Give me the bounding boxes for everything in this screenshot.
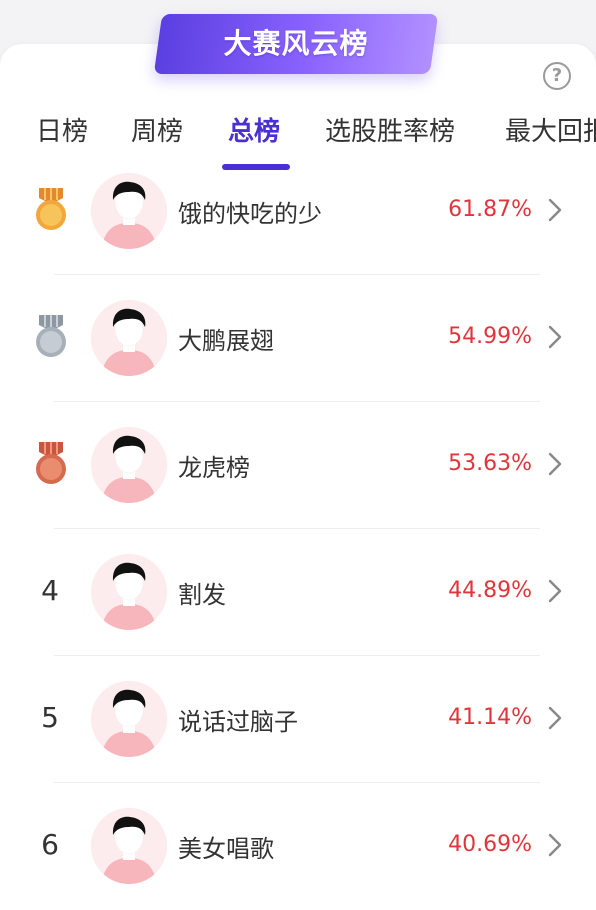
leaderboard-row[interactable]: 大鹏展翅 54.99%: [0, 275, 596, 402]
gold-medal-icon: [36, 188, 66, 230]
win-rate: 44.89%: [448, 578, 532, 603]
leaderboard-row[interactable]: 5 说话过脑子 41.14%: [0, 656, 596, 783]
rank-number: 5: [41, 701, 59, 734]
user-name: 美女唱歌: [178, 835, 274, 863]
tab-daily[interactable]: 日榜: [36, 108, 88, 158]
win-rate: 54.99%: [448, 324, 532, 349]
avatar: [91, 808, 167, 884]
chevron-right-icon[interactable]: [544, 196, 566, 224]
tab-overall[interactable]: 总榜: [228, 108, 280, 158]
tab-weekly[interactable]: 周榜: [131, 108, 183, 158]
tab-max-return[interactable]: 最大回报: [505, 108, 596, 158]
win-rate: 61.87%: [448, 197, 532, 222]
win-rate: 40.69%: [448, 832, 532, 857]
user-name: 说话过脑子: [178, 708, 298, 736]
leaderboard-row[interactable]: 4 割发 44.89%: [0, 529, 596, 656]
tab-bar: 日榜 周榜 总榜 选股胜率榜 最大回报: [0, 108, 596, 172]
user-name: 饿的快吃的少: [178, 200, 322, 228]
rank-number: 4: [41, 574, 59, 607]
leaderboard-row[interactable]: 龙虎榜 53.63%: [0, 402, 596, 529]
chevron-right-icon[interactable]: [544, 704, 566, 732]
avatar: [91, 173, 167, 249]
tab-stock-pick-win-rate[interactable]: 选股胜率榜: [325, 108, 455, 158]
avatar: [91, 554, 167, 630]
avatar: [91, 427, 167, 503]
active-tab-indicator: [222, 164, 290, 170]
user-name: 龙虎榜: [178, 454, 250, 482]
avatar: [91, 681, 167, 757]
win-rate: 53.63%: [448, 451, 532, 476]
bronze-medal-icon: [36, 442, 66, 484]
help-circle-icon[interactable]: ?: [543, 62, 571, 90]
silver-medal-icon: [36, 315, 66, 357]
leaderboard-list: 饿的快吃的少 61.87% 大鹏展翅 54.99% 龙虎榜 53.63% 4 割…: [0, 148, 596, 910]
user-name: 割发: [178, 581, 226, 609]
chevron-right-icon[interactable]: [544, 323, 566, 351]
chevron-right-icon[interactable]: [544, 450, 566, 478]
chevron-right-icon[interactable]: [544, 831, 566, 859]
chevron-right-icon[interactable]: [544, 577, 566, 605]
user-name: 大鹏展翅: [178, 327, 274, 355]
page-title: 大赛风云榜: [223, 27, 369, 60]
leaderboard-row[interactable]: 6 美女唱歌 40.69%: [0, 783, 596, 910]
win-rate: 41.14%: [448, 705, 532, 730]
rank-number: 6: [41, 828, 59, 861]
avatar: [91, 300, 167, 376]
